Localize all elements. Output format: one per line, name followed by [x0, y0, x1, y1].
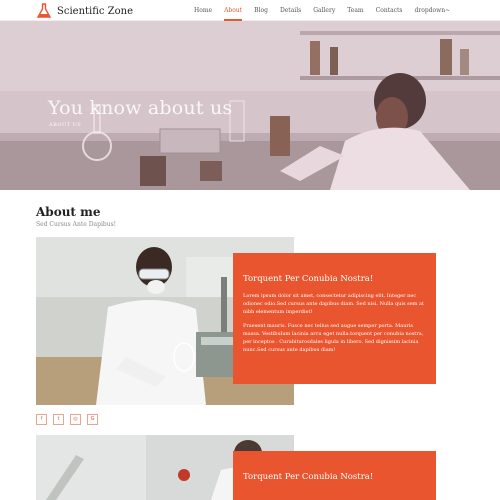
google-icon[interactable]: G	[87, 414, 98, 425]
about-card-2: Torquent Per Conubia Nostra!	[233, 451, 436, 500]
about-card: Torquent Per Conubia Nostra! Lorem ipsum…	[233, 253, 436, 384]
hero-subtitle: ABOUT US	[49, 122, 82, 128]
nav-team[interactable]: Team	[341, 0, 369, 21]
about-subtitle: Sed Cursus Ante Dapibus!	[36, 221, 117, 228]
nav-blog[interactable]: Blog	[248, 0, 274, 21]
flask-icon	[36, 3, 52, 19]
twitter-icon[interactable]: t	[53, 414, 64, 425]
hero-title: You know about us	[48, 97, 233, 119]
nav-details[interactable]: Details	[274, 0, 307, 21]
site-header: Scientific Zone Home About Blog Details …	[0, 0, 500, 21]
instagram-icon[interactable]: ◎	[70, 414, 81, 425]
card-title: Torquent Per Conubia Nostra!	[243, 274, 374, 284]
card-paragraph: Lorem ipsum dolor sit amet, consectetur …	[243, 293, 424, 315]
logo-text: Scientific Zone	[57, 5, 134, 17]
nav-home[interactable]: Home	[188, 0, 218, 21]
hero-banner: You know about us ABOUT US	[0, 21, 500, 190]
nav-dropdown[interactable]: dropdown~	[409, 0, 457, 21]
main-nav: Home About Blog Details Gallery Team Con…	[188, 0, 456, 21]
facebook-icon[interactable]: f	[36, 414, 47, 425]
card-paragraph: Praesent mauris. Fusce nec tellus sed au…	[243, 323, 424, 353]
nav-about[interactable]: About	[218, 0, 248, 21]
logo[interactable]: Scientific Zone	[36, 3, 133, 19]
card-title: Torquent Per Conubia Nostra!	[243, 472, 374, 482]
nav-gallery[interactable]: Gallery	[307, 0, 341, 21]
social-links: f t ◎ G	[36, 414, 98, 425]
nav-contacts[interactable]: Contacts	[370, 0, 409, 21]
about-title: About me	[36, 205, 101, 219]
